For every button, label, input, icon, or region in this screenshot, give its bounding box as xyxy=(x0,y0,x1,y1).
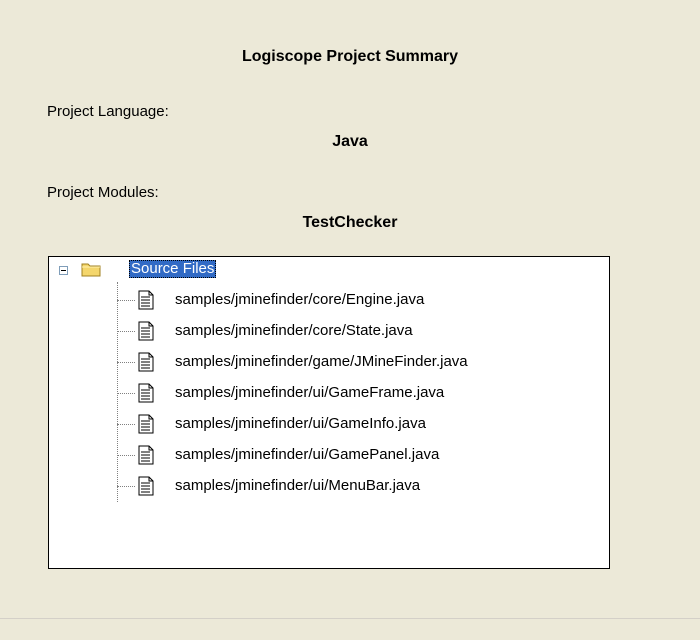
tree-file-item[interactable]: samples/jminefinder/ui/MenuBar.java xyxy=(117,474,597,498)
project-language-label: Project Language: xyxy=(47,103,169,120)
document-icon xyxy=(136,476,156,496)
document-icon xyxy=(136,383,156,403)
tree-file-item[interactable]: samples/jminefinder/core/Engine.java xyxy=(117,288,597,312)
tree-root-node[interactable]: Source Files xyxy=(49,257,609,281)
project-language-value: Java xyxy=(332,133,368,150)
tree-connector xyxy=(117,424,135,425)
tree-file-item[interactable]: samples/jminefinder/game/JMineFinder.jav… xyxy=(117,350,597,374)
collapse-toggle-icon[interactable] xyxy=(59,266,68,275)
summary-title: Logiscope Project Summary xyxy=(241,48,459,65)
document-icon xyxy=(136,414,156,434)
document-icon xyxy=(136,445,156,465)
tree-file-label[interactable]: samples/jminefinder/ui/GameFrame.java xyxy=(175,384,444,402)
tree-connector xyxy=(117,486,135,487)
document-icon xyxy=(136,321,156,341)
tree-file-item[interactable]: samples/jminefinder/ui/GameFrame.java xyxy=(117,381,597,405)
tree-file-label[interactable]: samples/jminefinder/ui/GamePanel.java xyxy=(175,446,439,464)
tree-file-label[interactable]: samples/jminefinder/ui/MenuBar.java xyxy=(175,477,420,495)
tree-file-item[interactable]: samples/jminefinder/ui/GameInfo.java xyxy=(117,412,597,436)
project-modules-label: Project Modules: xyxy=(47,184,159,201)
tree-file-label[interactable]: samples/jminefinder/core/Engine.java xyxy=(175,291,424,309)
folder-icon xyxy=(81,261,102,277)
tree-connector xyxy=(117,455,135,456)
tree-connector xyxy=(117,331,135,332)
tree-root-label[interactable]: Source Files xyxy=(129,260,217,278)
tree-connector xyxy=(117,300,135,301)
tree-file-item[interactable]: samples/jminefinder/core/State.java xyxy=(117,319,597,343)
project-summary-panel: Logiscope Project Summary Project Langua… xyxy=(0,0,700,618)
tree-connector xyxy=(117,362,135,363)
tree-file-label[interactable]: samples/jminefinder/game/JMineFinder.jav… xyxy=(175,353,468,371)
project-modules-value: TestChecker xyxy=(302,214,398,231)
source-files-tree[interactable]: Source Files samples/jminefinder/core/En… xyxy=(48,256,610,569)
document-icon xyxy=(136,290,156,310)
tree-connector xyxy=(117,393,135,394)
tree-file-label[interactable]: samples/jminefinder/core/State.java xyxy=(175,322,413,340)
tree-file-label[interactable]: samples/jminefinder/ui/GameInfo.java xyxy=(175,415,426,433)
document-icon xyxy=(136,352,156,372)
bottom-strip xyxy=(0,618,700,640)
tree-file-item[interactable]: samples/jminefinder/ui/GamePanel.java xyxy=(117,443,597,467)
